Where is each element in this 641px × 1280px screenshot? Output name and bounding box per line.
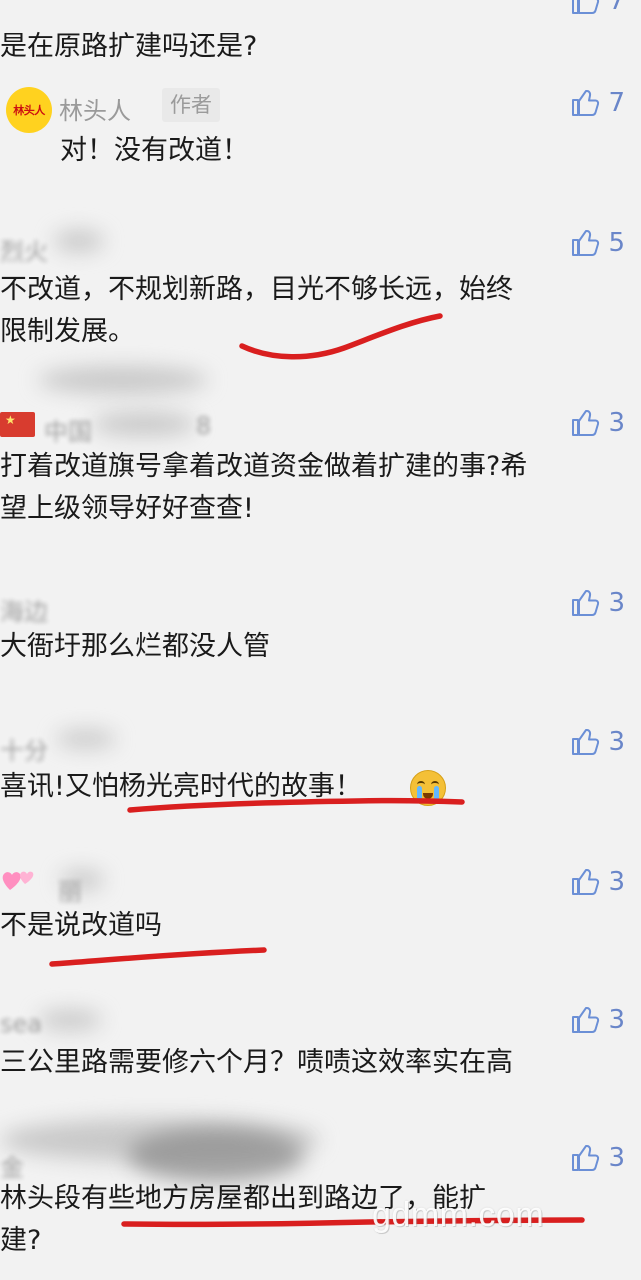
comment-text: 打着改道旗号拿着改道资金做着扩建的事?希 望上级领导好好查查! (0, 451, 528, 524)
thumbs-up-icon (572, 1007, 600, 1033)
crying-emoji-icon (410, 770, 446, 806)
like-count: 7 (608, 88, 625, 118)
like-button[interactable]: 3 (570, 408, 625, 438)
thumbs-up-icon (572, 90, 600, 116)
watermark-text: gdmm.com (372, 1196, 545, 1234)
username[interactable]: 海边 (0, 592, 48, 627)
username[interactable]: 丽 (58, 872, 82, 907)
like-button[interactable]: 3 (570, 727, 625, 757)
comment-text: 三公里路需要修六个月？啧啧这效率实在高 (0, 1047, 513, 1078)
avatar-logo-text: 林头人 (13, 104, 45, 117)
thumbs-up-icon (572, 410, 600, 436)
china-flag-icon: ★ (0, 412, 35, 437)
like-button[interactable]: 3 (570, 588, 625, 618)
like-count: 3 (608, 1005, 625, 1035)
username[interactable]: 林头人 (59, 91, 131, 126)
like-count: 3 (608, 588, 625, 618)
comment-text: 不是说改道吗 (0, 910, 162, 941)
like-count: 3 (608, 1143, 625, 1173)
like-count: 3 (608, 867, 625, 897)
like-button[interactable]: 3 (570, 867, 625, 897)
pink-hearts-icon (2, 871, 34, 890)
thumbs-up-icon (572, 729, 600, 755)
like-button[interactable]: 7 (570, 88, 625, 118)
thumbs-up-icon (572, 590, 600, 616)
thumbs-up-icon (572, 869, 600, 895)
like-button[interactable]: 5 (570, 228, 625, 258)
comment-text: 是在原路扩建吗还是? (0, 31, 258, 62)
username[interactable]: 十分 (0, 731, 48, 766)
red-underline-annotation (49, 947, 267, 967)
like-button[interactable]: 3 (570, 1005, 625, 1035)
like-count: 3 (608, 408, 625, 438)
like-count: 3 (608, 727, 625, 757)
username[interactable]: 烈火 (0, 232, 48, 267)
star-icon: ★ (5, 413, 16, 427)
comment-text: 不改道，不规划新路，目光不够长远，始终 限制发展。 (0, 274, 513, 347)
comment-text: 大衙圩那么烂都没人管 (0, 631, 270, 662)
like-count: 7 (608, 0, 625, 16)
like-count: 5 (608, 228, 625, 258)
like-button[interactable]: 3 (570, 1143, 625, 1173)
username[interactable]: sea (0, 1010, 42, 1038)
author-badge: 作者 (162, 88, 220, 122)
username[interactable]: 中国 (44, 412, 92, 447)
thumbs-up-icon (572, 1145, 600, 1171)
like-button[interactable]: 7 (570, 0, 625, 16)
thumbs-up-icon (572, 230, 600, 256)
username-suffix: 8 (196, 412, 212, 440)
comment-text: 对！没有改道！ (60, 135, 249, 166)
thumbs-up-icon (572, 0, 600, 14)
comment-text: 喜讯!又怕杨光亮时代的故事！ (0, 771, 362, 802)
avatar[interactable]: 林头人 (6, 87, 52, 133)
